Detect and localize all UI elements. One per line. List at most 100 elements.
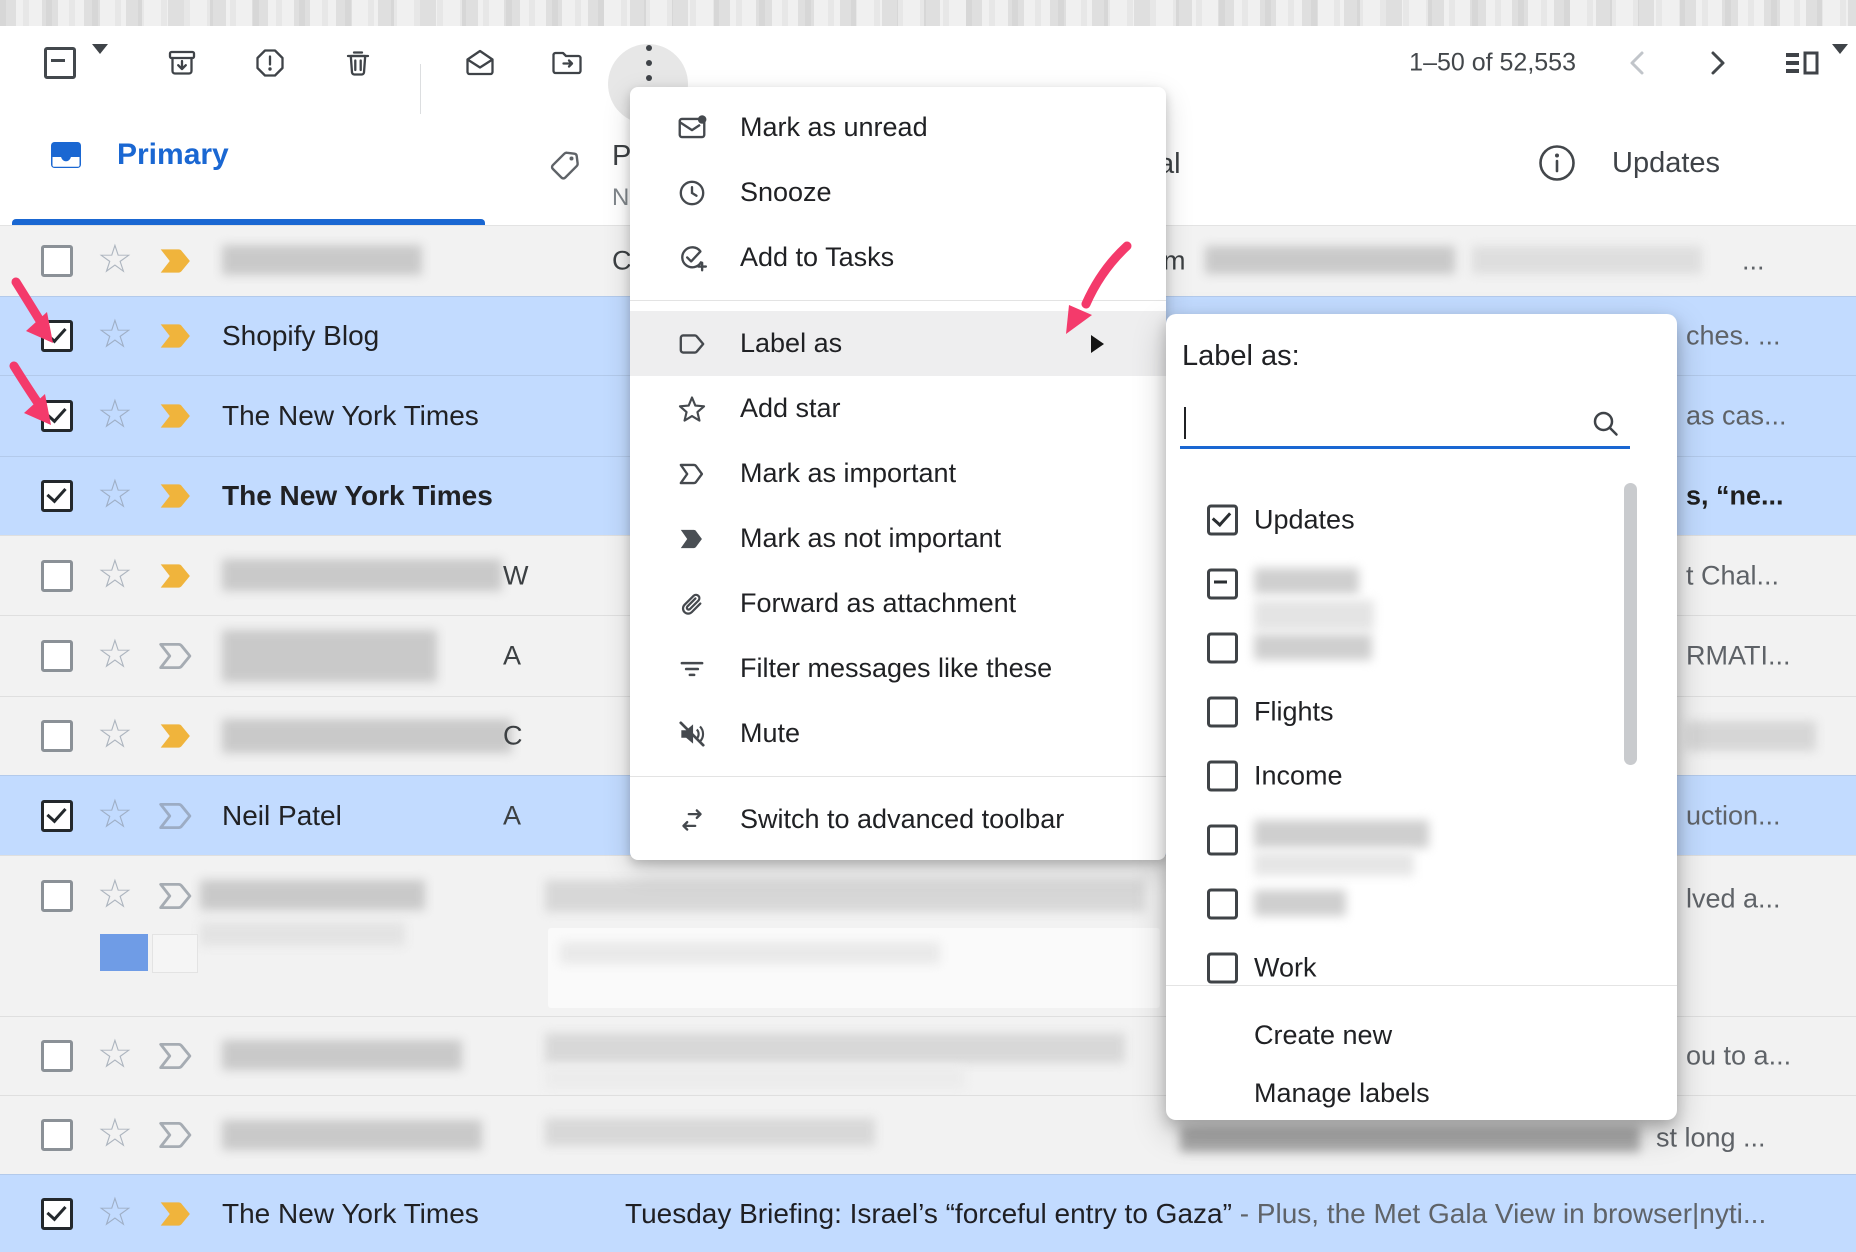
label-option-redacted[interactable]: [1166, 872, 1677, 936]
checkbox-unchecked-icon[interactable]: [1207, 761, 1238, 792]
gmail-inbox-screen: 1–50 of 52,553 Primary P N al Update: [0, 0, 1856, 1252]
select-all-checkbox[interactable]: [44, 47, 76, 79]
row-checkbox[interactable]: [41, 720, 73, 752]
newer-page-button[interactable]: [1622, 47, 1654, 79]
label-option-updates[interactable]: Updates: [1166, 488, 1677, 552]
filter-icon: [676, 653, 708, 685]
menu-item-forward-as-attachment[interactable]: Forward as attachment: [630, 571, 1166, 636]
menu-item-mark-as-unread[interactable]: Mark as unread: [630, 95, 1166, 160]
importance-marker-icon[interactable]: [156, 559, 196, 593]
row-checkbox[interactable]: [41, 1040, 73, 1072]
star-icon[interactable]: ☆: [97, 554, 133, 594]
promotions-tag-icon[interactable]: [547, 148, 587, 188]
checkbox-unchecked-icon[interactable]: [1207, 825, 1238, 856]
label-option-redacted[interactable]: [1166, 552, 1677, 616]
menu-item-filter-messages[interactable]: Filter messages like these: [630, 636, 1166, 701]
importance-marker-icon[interactable]: [156, 319, 196, 353]
tab-promotions-fragment[interactable]: P: [612, 140, 631, 173]
checkbox-unchecked-icon[interactable]: [1207, 953, 1238, 984]
importance-marker-icon[interactable]: [156, 399, 196, 433]
create-new-label-button[interactable]: Create new: [1254, 1020, 1392, 1051]
row-checkbox[interactable]: [41, 1119, 73, 1151]
star-icon[interactable]: ☆: [97, 634, 133, 674]
scrollbar[interactable]: [1624, 470, 1637, 984]
menu-item-mark-as-important[interactable]: Mark as important: [630, 441, 1166, 506]
delete-button[interactable]: [341, 46, 375, 80]
importance-marker-icon[interactable]: [156, 479, 196, 513]
label-option-work[interactable]: Work: [1166, 936, 1677, 984]
mark-as-read-button[interactable]: [462, 45, 498, 81]
importance-marker-icon[interactable]: [156, 719, 196, 753]
checkbox-indeterminate-icon[interactable]: [1207, 569, 1238, 600]
menu-item-mute[interactable]: Mute: [630, 701, 1166, 766]
label-list: Updates Flights Income: [1166, 470, 1677, 984]
manage-labels-button[interactable]: Manage labels: [1254, 1078, 1430, 1109]
importance-marker-icon[interactable]: [156, 879, 196, 913]
star-icon[interactable]: ☆: [97, 1034, 133, 1074]
star-icon[interactable]: ☆: [97, 794, 133, 834]
checkbox-unchecked-icon[interactable]: [1207, 633, 1238, 664]
label-option-redacted[interactable]: [1166, 808, 1677, 872]
importance-marker-icon[interactable]: [156, 1039, 196, 1073]
move-to-button[interactable]: [549, 45, 585, 81]
row-checkbox-checked[interactable]: [41, 400, 73, 432]
label-option-flights[interactable]: Flights: [1166, 680, 1677, 744]
row-checkbox[interactable]: [41, 245, 73, 277]
star-icon[interactable]: ☆: [97, 1192, 133, 1232]
row-checkbox[interactable]: [41, 880, 73, 912]
menu-divider: [630, 776, 1166, 777]
archive-icon: [165, 46, 199, 80]
snippet-fragment: lved a...: [1686, 884, 1781, 915]
importance-marker-icon[interactable]: [156, 1197, 196, 1231]
redacted-sender: [222, 1120, 482, 1150]
importance-marker-icon[interactable]: [156, 639, 196, 673]
row-checkbox[interactable]: [41, 640, 73, 672]
checkbox-checked-icon[interactable]: [1207, 505, 1238, 536]
subject-fragment: A: [503, 641, 521, 672]
row-checkbox-checked[interactable]: [41, 480, 73, 512]
tab-primary-label: Primary: [117, 138, 229, 172]
menu-item-add-star[interactable]: Add star: [630, 376, 1166, 441]
row-checkbox-checked[interactable]: [41, 320, 73, 352]
menu-item-label-as[interactable]: Label as: [630, 311, 1166, 376]
star-icon[interactable]: ☆: [97, 239, 133, 279]
tab-updates[interactable]: Updates: [1536, 142, 1720, 184]
attachment-thumbnail[interactable]: [152, 934, 198, 973]
importance-marker-icon[interactable]: [156, 244, 196, 278]
label-option-redacted[interactable]: [1166, 616, 1677, 680]
split-view-button[interactable]: [1782, 47, 1822, 79]
menu-item-mark-as-not-important[interactable]: Mark as not important: [630, 506, 1166, 571]
snippet-fragment: st long ...: [1656, 1123, 1766, 1154]
label-search-input[interactable]: [1180, 402, 1630, 449]
row-checkbox-checked[interactable]: [41, 1198, 73, 1230]
checkbox-unchecked-icon[interactable]: [1207, 889, 1238, 920]
menu-item-add-to-tasks[interactable]: Add to Tasks: [630, 225, 1166, 290]
menu-item-switch-toolbar[interactable]: Switch to advanced toolbar: [630, 787, 1166, 852]
star-icon[interactable]: ☆: [97, 314, 133, 354]
redacted-sender: [222, 719, 512, 753]
redacted-text: [545, 1033, 1125, 1063]
star-icon[interactable]: ☆: [97, 1113, 133, 1153]
importance-marker-icon[interactable]: [156, 1118, 196, 1152]
report-spam-button[interactable]: [253, 46, 287, 80]
star-icon[interactable]: ☆: [97, 474, 133, 514]
archive-button[interactable]: [165, 46, 199, 80]
more-options-button[interactable]: [640, 40, 658, 86]
scrollbar-thumb[interactable]: [1624, 483, 1637, 765]
importance-marker-icon[interactable]: [156, 799, 196, 833]
text-cursor: [1184, 407, 1186, 439]
menu-item-snooze[interactable]: Snooze: [630, 160, 1166, 225]
row-checkbox-checked[interactable]: [41, 800, 73, 832]
tab-primary[interactable]: Primary: [47, 138, 229, 172]
subject-fragment: W: [503, 560, 528, 591]
star-icon[interactable]: ☆: [97, 714, 133, 754]
star-icon[interactable]: ☆: [97, 874, 133, 914]
star-icon[interactable]: ☆: [97, 394, 133, 434]
label-option-income[interactable]: Income: [1166, 744, 1677, 808]
checkbox-unchecked-icon[interactable]: [1207, 697, 1238, 728]
email-row[interactable]: ☆ The New York Times Tuesday Briefing: I…: [0, 1174, 1856, 1252]
split-view-icon: [1782, 47, 1822, 79]
older-page-button[interactable]: [1701, 47, 1733, 79]
row-checkbox[interactable]: [41, 560, 73, 592]
attachment-thumbnail[interactable]: [100, 934, 148, 971]
